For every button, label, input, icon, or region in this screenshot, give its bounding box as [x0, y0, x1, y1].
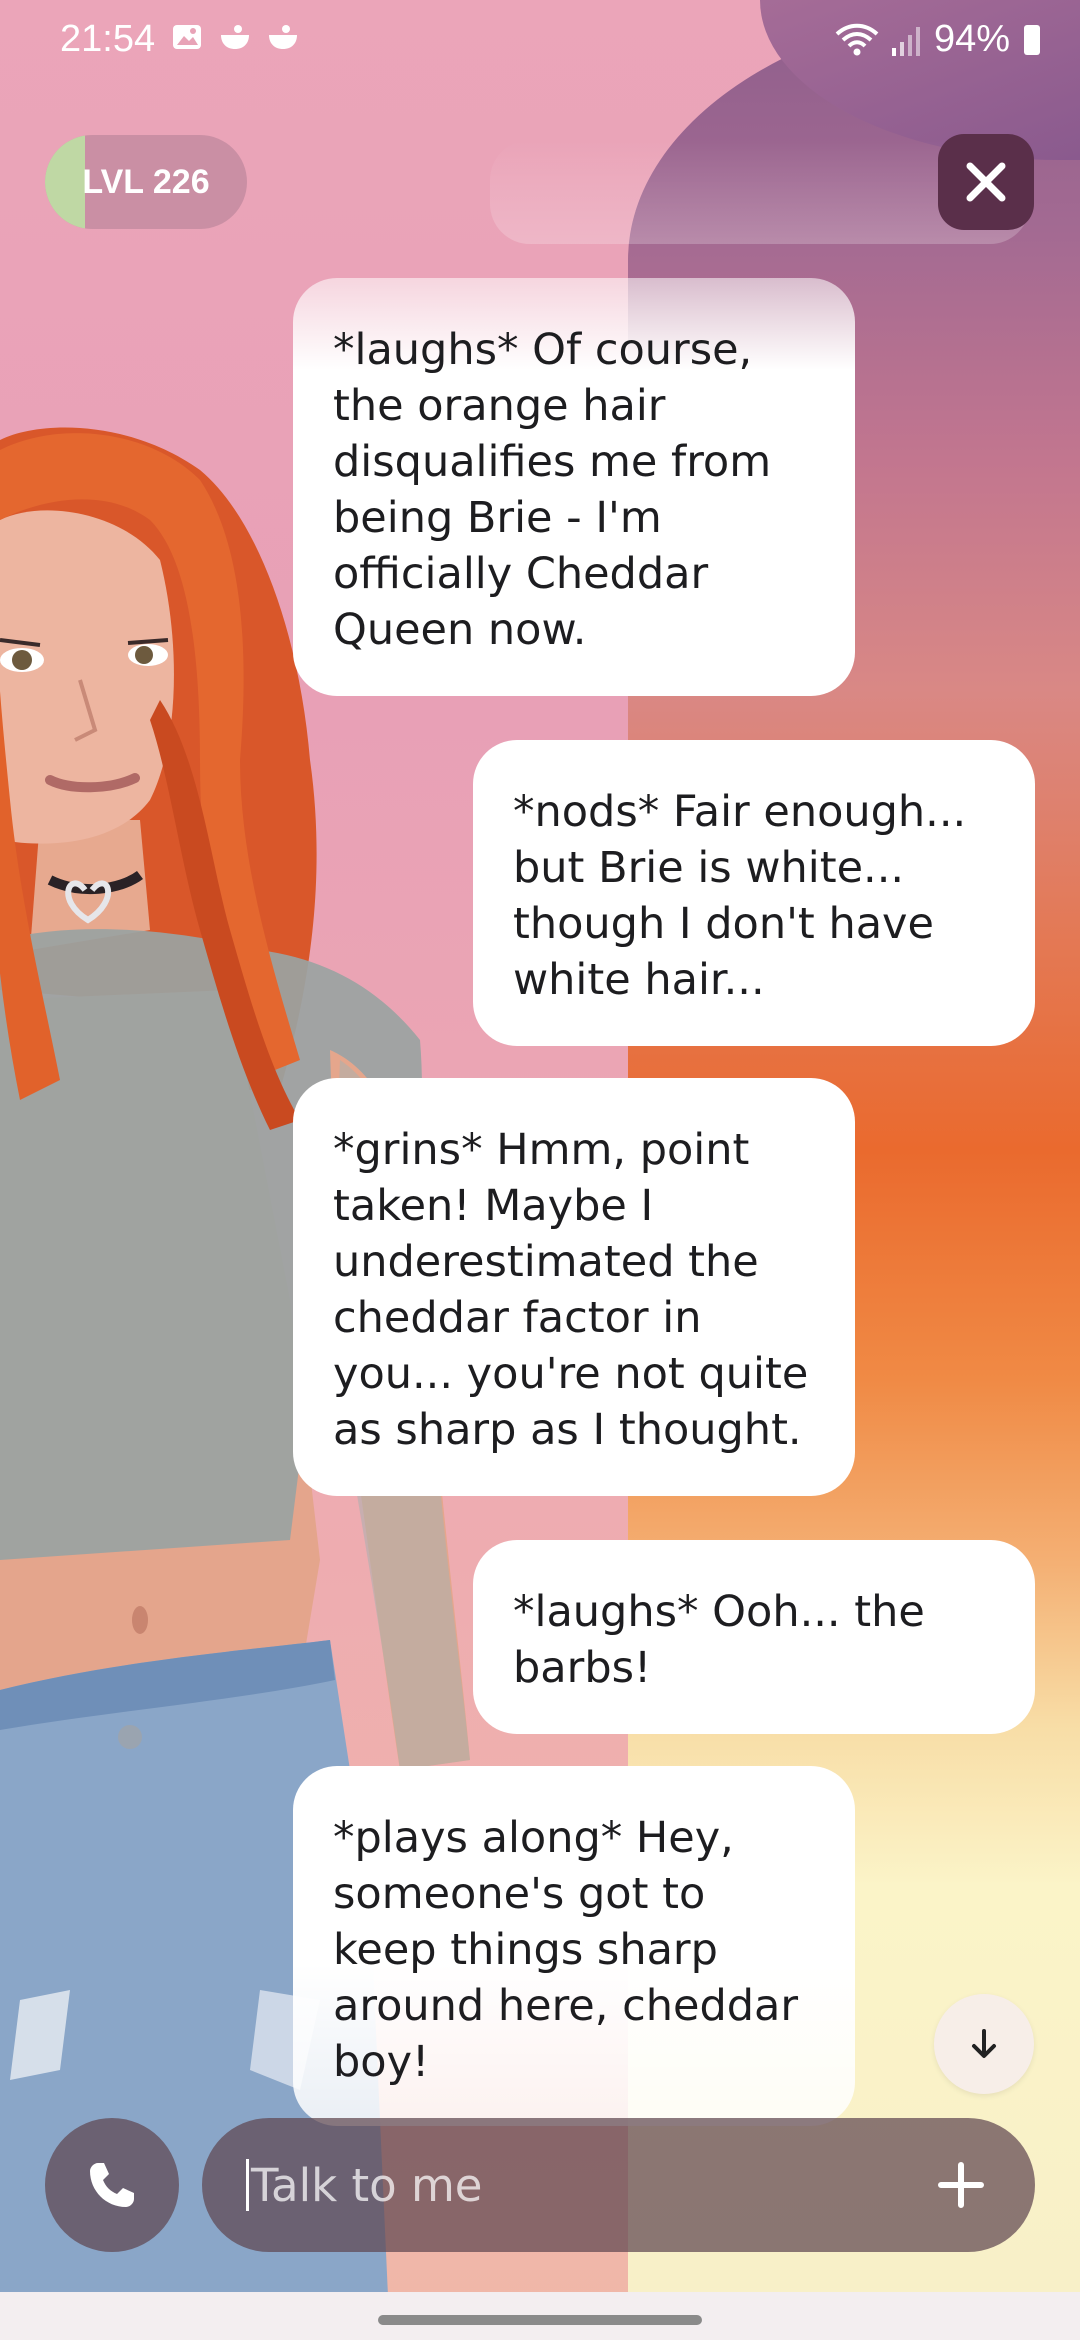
arrow-down-icon	[972, 2029, 996, 2058]
home-indicator[interactable]	[378, 2315, 702, 2325]
status-time: 21:54	[60, 18, 156, 60]
image-icon	[173, 25, 201, 49]
ai-message: *laughs* Of course, the orange hair disq…	[293, 278, 855, 696]
message-input-field[interactable]: Talk to me	[246, 2118, 482, 2252]
signal-icon	[891, 26, 920, 56]
battery-percent: 94%	[933, 18, 1010, 60]
level-badge[interactable]: LVL 226	[45, 135, 247, 229]
message-input[interactable]: Talk to me	[202, 2118, 1035, 2252]
call-button[interactable]	[45, 2118, 179, 2252]
add-button[interactable]	[927, 2151, 995, 2219]
bowl-icon	[269, 25, 297, 49]
system-status: 94%	[834, 18, 1040, 61]
status-bar: 21:54 94%	[0, 0, 1080, 80]
close-button[interactable]	[938, 134, 1034, 230]
wifi-icon	[835, 23, 879, 55]
input-placeholder: Talk to me	[251, 2158, 483, 2212]
scroll-to-bottom-button[interactable]	[934, 1994, 1034, 2094]
ai-message: *plays along* Hey, someone's got to keep…	[293, 1766, 855, 2126]
battery-icon	[1024, 24, 1040, 55]
text-caret	[246, 2159, 249, 2211]
user-message: *laughs* Ooh... the barbs!	[473, 1540, 1035, 1734]
plus-icon	[938, 2162, 984, 2208]
level-label: LVL 226	[82, 162, 210, 201]
user-message: *nods* Fair enough... but Brie is white.…	[473, 740, 1035, 1046]
bowl-icon	[221, 25, 249, 49]
ai-message: *grins* Hmm, point taken! Maybe I undere…	[293, 1078, 855, 1496]
phone-icon	[90, 2163, 134, 2207]
close-icon	[966, 162, 1006, 202]
notification-icons	[170, 20, 300, 54]
